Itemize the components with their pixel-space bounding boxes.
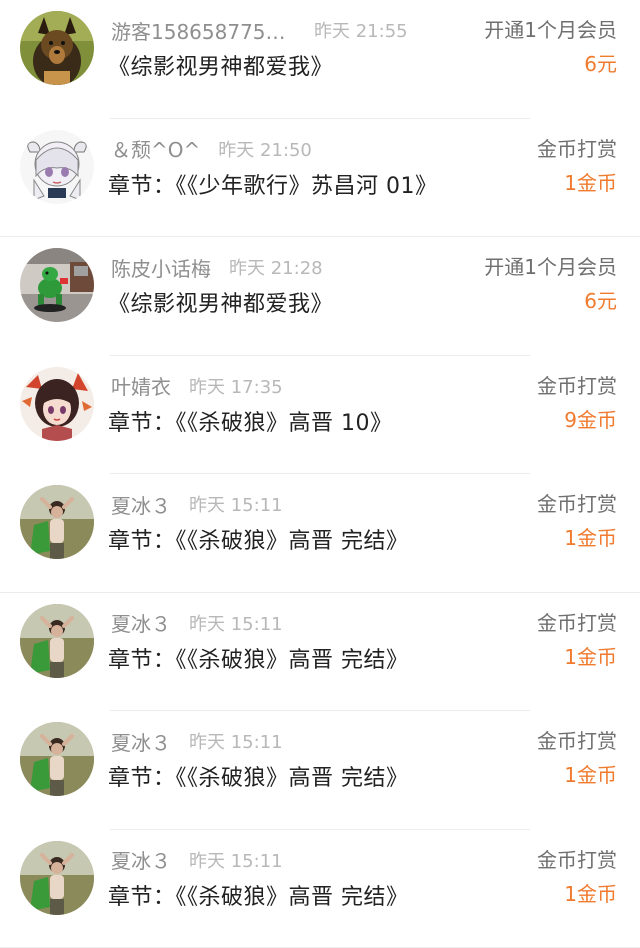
record-amount: 9金币 (564, 407, 617, 433)
record-amount: 1金币 (564, 170, 617, 196)
anime-girl-cow-ears-avatar[interactable] (20, 130, 94, 204)
timestamp: 昨天 21:28 (229, 254, 323, 280)
username[interactable]: 陈皮小话梅 (111, 253, 211, 282)
record-type: 金币打赏 (537, 373, 617, 399)
timestamp: 昨天 15:11 (189, 728, 283, 754)
username[interactable]: ＆颓^O^ (111, 134, 200, 163)
timestamp: 昨天 21:55 (314, 17, 408, 43)
record-amount: 1金币 (564, 881, 617, 907)
record-meta: 夏冰３ 昨天 15:11 (111, 610, 283, 636)
record-meta: ＆颓^O^ 昨天 21:50 (111, 136, 312, 162)
record-amount: 6元 (584, 51, 617, 77)
record-amount: 1金币 (564, 525, 617, 551)
german-shepherd-dog-avatar[interactable] (20, 11, 94, 85)
record-title: 《综影视男神都爱我》 (108, 49, 333, 81)
timestamp: 昨天 17:35 (189, 373, 283, 399)
person-in-field-avatar[interactable] (20, 485, 94, 559)
record-type: 开通1个月会员 (484, 254, 617, 280)
username[interactable]: 夏冰３ (111, 845, 171, 874)
record-meta: 游客1586587750... 昨天 21:55 (111, 17, 408, 43)
person-in-field-avatar[interactable] (20, 722, 94, 796)
anime-girl-red-headdress-avatar[interactable] (20, 367, 94, 441)
record-type: 金币打赏 (537, 847, 617, 873)
record-amount: 6元 (584, 288, 617, 314)
list-item[interactable]: ＆颓^O^ 昨天 21:50 章节：《《少年歌行》苏昌河 01》 金币打赏 1金… (0, 119, 640, 238)
record-title: 章节：《《杀破狼》高晋 完结》 (108, 642, 409, 674)
record-type: 金币打赏 (537, 610, 617, 636)
username[interactable]: 夏冰３ (111, 727, 171, 756)
green-toy-figure-avatar[interactable] (20, 248, 94, 322)
record-title: 章节：《《杀破狼》高晋 完结》 (108, 523, 409, 555)
list-item[interactable]: 夏冰３ 昨天 15:11 章节：《《杀破狼》高晋 完结》 金币打赏 1金币 (0, 830, 640, 948)
record-type: 金币打赏 (537, 728, 617, 754)
list-item[interactable]: 陈皮小话梅 昨天 21:28 《综影视男神都爱我》 开通1个月会员 6元 (0, 237, 640, 356)
timestamp: 昨天 15:11 (189, 847, 283, 873)
timestamp: 昨天 15:11 (189, 491, 283, 517)
list-item[interactable]: 夏冰３ 昨天 15:11 章节：《《杀破狼》高晋 完结》 金币打赏 1金币 (0, 711, 640, 830)
record-meta: 夏冰３ 昨天 15:11 (111, 728, 283, 754)
record-type: 金币打赏 (537, 491, 617, 517)
person-in-field-avatar[interactable] (20, 604, 94, 678)
person-in-field-avatar[interactable] (20, 841, 94, 915)
record-type: 金币打赏 (537, 136, 617, 162)
username[interactable]: 夏冰３ (111, 608, 171, 637)
record-title: 章节：《《杀破狼》高晋 完结》 (108, 760, 409, 792)
timestamp: 昨天 15:11 (189, 610, 283, 636)
record-title: 章节：《《杀破狼》高晋 10》 (108, 405, 393, 437)
record-title: 章节：《《杀破狼》高晋 完结》 (108, 879, 409, 911)
record-meta: 夏冰３ 昨天 15:11 (111, 847, 283, 873)
list-item[interactable]: 夏冰３ 昨天 15:11 章节：《《杀破狼》高晋 完结》 金币打赏 1金币 (0, 474, 640, 593)
list-item[interactable]: 夏冰３ 昨天 15:11 章节：《《杀破狼》高晋 完结》 金币打赏 1金币 (0, 593, 640, 712)
record-title: 《综影视男神都爱我》 (108, 286, 333, 318)
record-amount: 1金币 (564, 762, 617, 788)
timestamp: 昨天 21:50 (218, 136, 312, 162)
record-meta: 夏冰３ 昨天 15:11 (111, 491, 283, 517)
record-meta: 陈皮小话梅 昨天 21:28 (111, 254, 323, 280)
username[interactable]: 叶婧衣 (111, 371, 171, 400)
record-title: 章节：《《少年歌行》苏昌河 01》 (108, 168, 438, 200)
username[interactable]: 夏冰３ (111, 490, 171, 519)
reward-record-list: 游客1586587750... 昨天 21:55 《综影视男神都爱我》 开通1个… (0, 0, 640, 948)
record-amount: 1金币 (564, 644, 617, 670)
record-meta: 叶婧衣 昨天 17:35 (111, 373, 283, 399)
list-item[interactable]: 游客1586587750... 昨天 21:55 《综影视男神都爱我》 开通1个… (0, 0, 640, 119)
username[interactable]: 游客1586587750... (111, 16, 296, 45)
record-type: 开通1个月会员 (484, 17, 617, 43)
list-item[interactable]: 叶婧衣 昨天 17:35 章节：《《杀破狼》高晋 10》 金币打赏 9金币 (0, 356, 640, 475)
